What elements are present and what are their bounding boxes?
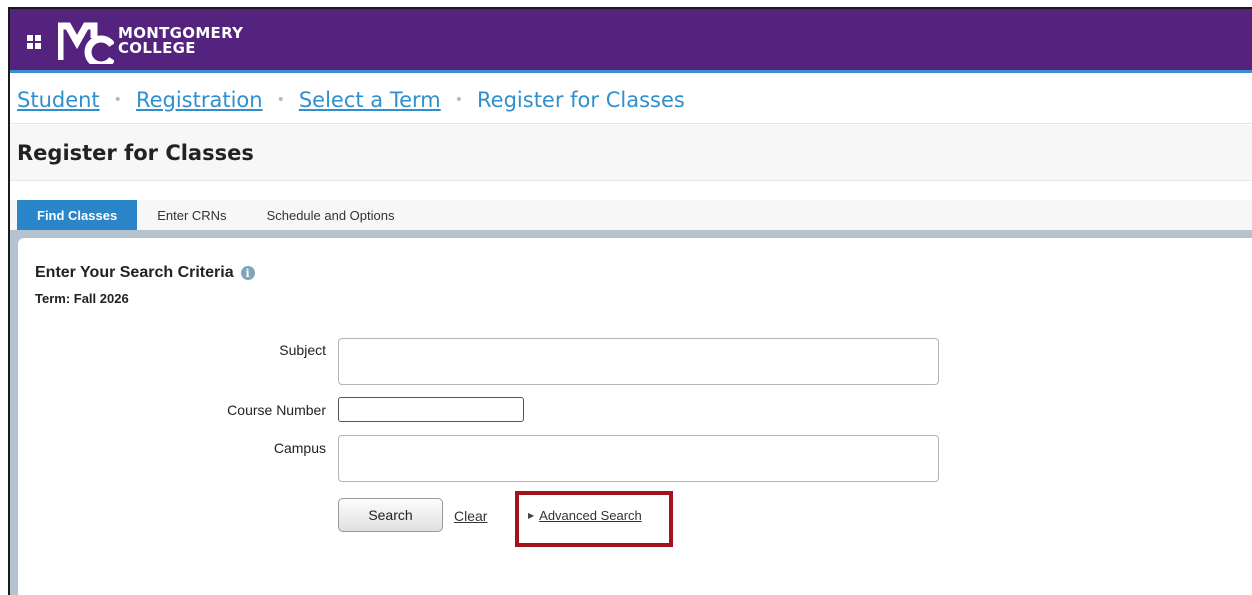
tab-find-classes[interactable]: Find Classes — [17, 200, 138, 230]
info-icon[interactable]: i — [240, 266, 255, 280]
breadcrumb-select-term[interactable]: Select a Term — [299, 88, 441, 112]
mc-logo-mark-icon — [58, 22, 114, 64]
college-logo[interactable]: MONTGOMERY COLLEGE — [58, 15, 243, 67]
search-criteria-heading: Enter Your Search Criteria i — [35, 264, 255, 282]
browser-frame: MONTGOMERY COLLEGE Student • Registratio… — [8, 7, 1252, 595]
search-button[interactable]: Search — [338, 498, 443, 532]
tab-enter-crns[interactable]: Enter CRNs — [137, 200, 246, 230]
breadcrumb-separator: • — [276, 91, 285, 108]
search-panel: Enter Your Search Criteria i Term: Fall … — [18, 238, 1252, 595]
breadcrumb-student[interactable]: Student — [17, 88, 100, 112]
logo-text: MONTGOMERY COLLEGE — [118, 26, 243, 56]
top-navigation-bar: MONTGOMERY COLLEGE — [10, 9, 1252, 73]
breadcrumb-registration[interactable]: Registration — [136, 88, 263, 112]
course-number-input[interactable] — [338, 397, 524, 422]
search-panel-container: Enter Your Search Criteria i Term: Fall … — [10, 230, 1252, 595]
tab-schedule-options[interactable]: Schedule and Options — [247, 200, 415, 230]
campus-input[interactable] — [338, 435, 939, 482]
page-title-bar: Register for Classes — [10, 125, 1252, 181]
subject-label: Subject — [279, 342, 326, 358]
breadcrumb-separator: • — [113, 91, 122, 108]
search-criteria-heading-text: Enter Your Search Criteria — [35, 264, 234, 281]
grid-apps-icon[interactable] — [27, 35, 41, 49]
logo-line-2: COLLEGE — [118, 39, 196, 57]
annotation-highlight-box — [515, 491, 673, 547]
course-number-label: Course Number — [227, 402, 326, 418]
breadcrumb-current: Register for Classes — [477, 87, 685, 112]
clear-link[interactable]: Clear — [454, 508, 487, 524]
breadcrumb-separator: • — [454, 91, 464, 108]
page-title: Register for Classes — [17, 140, 254, 165]
tab-bar: Find Classes Enter CRNs Schedule and Opt… — [10, 200, 1252, 230]
breadcrumb: Student • Registration • Select a Term •… — [10, 76, 1252, 124]
subject-input[interactable] — [338, 338, 939, 385]
term-label: Term: Fall 2026 — [35, 291, 129, 306]
campus-label: Campus — [273, 440, 326, 456]
